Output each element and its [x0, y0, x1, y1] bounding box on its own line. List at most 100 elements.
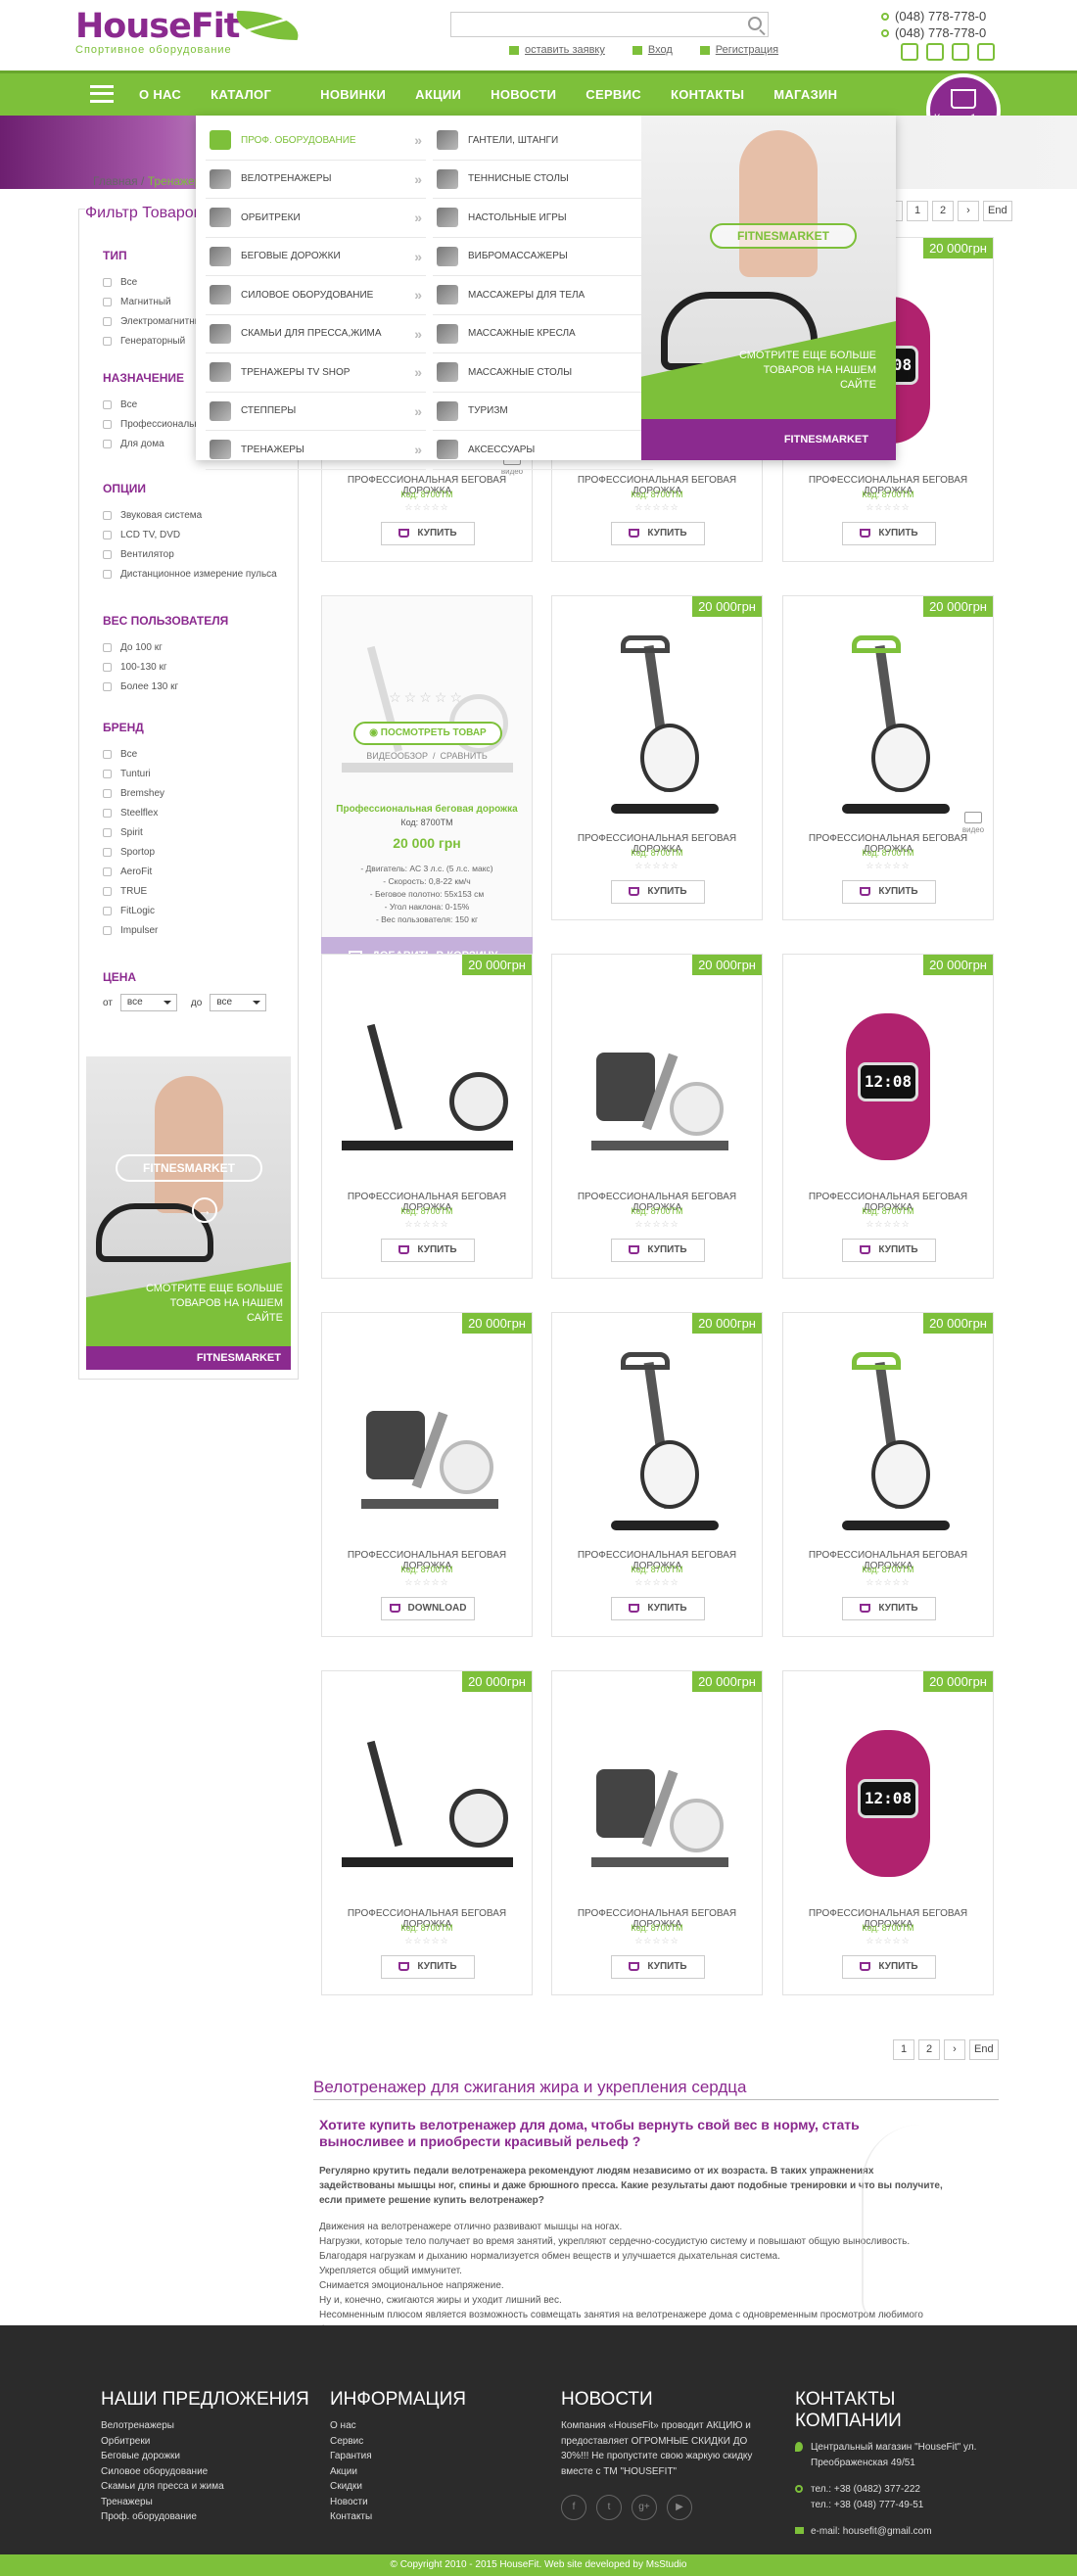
login-link[interactable]: Вход — [632, 44, 673, 56]
checkbox[interactable] — [103, 277, 112, 287]
product-card[interactable]: 20 000грн12:08ПРОФЕССИОНАЛЬНАЯ БЕГОВАЯ Д… — [782, 1670, 994, 1995]
footer-link[interactable]: Скидки — [330, 2479, 466, 2495]
checkbox[interactable] — [103, 297, 112, 306]
buy-button[interactable]: КУПИТЬ — [611, 522, 705, 545]
checkbox[interactable] — [103, 749, 112, 759]
vk-icon[interactable] — [977, 43, 995, 61]
buy-button[interactable]: КУПИТЬ — [842, 1239, 936, 1262]
checkbox[interactable] — [103, 866, 112, 876]
product-card[interactable]: 20 000грнПРОФЕССИОНАЛЬНАЯ БЕГОВАЯ ДОРОЖК… — [782, 1312, 994, 1637]
mega-banner[interactable]: FITNESMARKET СМОТРИТЕ ЕЩЕ БОЛЬШЕ ТОВАРОВ… — [641, 116, 896, 460]
footer-link[interactable]: Скамьи для пресса и жима — [101, 2479, 309, 2495]
checkbox[interactable] — [103, 886, 112, 896]
checkbox[interactable] — [103, 336, 112, 346]
buy-button[interactable]: КУПИТЬ — [381, 1239, 475, 1262]
checkbox[interactable] — [103, 925, 112, 935]
register-link[interactable]: Регистрация — [699, 44, 778, 56]
buy-button[interactable]: КУПИТЬ — [611, 1239, 705, 1262]
footer-email[interactable]: e-mail: housefit@gmail.com — [795, 2524, 991, 2540]
buy-button[interactable]: КУПИТЬ — [842, 880, 936, 904]
youtube-icon[interactable] — [901, 43, 918, 61]
filter-option[interactable]: Все — [103, 272, 208, 292]
page-end[interactable]: End — [969, 2039, 999, 2060]
filter-option[interactable]: Bremshey — [103, 783, 164, 803]
rating-stars[interactable]: ☆☆☆☆☆ — [783, 1577, 993, 1588]
footer-link[interactable]: Велотренажеры — [101, 2418, 309, 2434]
checkbox[interactable] — [103, 419, 112, 429]
download-button[interactable]: DOWNLOAD — [381, 1597, 475, 1620]
request-link[interactable]: оставить заявку — [509, 44, 605, 56]
checkbox[interactable] — [103, 549, 112, 559]
nav-contacts[interactable]: КОНТАКТЫ — [671, 87, 744, 102]
page-end[interactable]: End — [983, 201, 1012, 221]
buy-button[interactable]: КУПИТЬ — [842, 1597, 936, 1620]
rating-stars[interactable]: ☆☆☆☆☆ — [322, 502, 532, 513]
mega-item[interactable]: МАССАЖНЫЕ СТОЛЫ» — [433, 353, 653, 393]
filter-option[interactable]: Steelflex — [103, 803, 164, 822]
nav-new[interactable]: НОВИНКИ — [320, 87, 386, 102]
nav-service[interactable]: СЕРВИС — [585, 87, 641, 102]
filter-option[interactable]: Более 130 кг — [103, 677, 228, 696]
footer-link[interactable]: Сервис — [330, 2434, 466, 2450]
footer-link[interactable]: Орбитреки — [101, 2434, 309, 2450]
product-card[interactable]: 20 000грнПРОФЕССИОНАЛЬНАЯ БЕГОВАЯ ДОРОЖК… — [551, 1312, 763, 1637]
rating-stars[interactable]: ☆☆☆☆☆ — [552, 1219, 762, 1230]
nav-catalog[interactable]: КАТАЛОГ — [211, 87, 271, 102]
mega-item[interactable]: АКСЕССУАРЫ» — [433, 431, 653, 470]
filter-option[interactable]: Магнитный — [103, 292, 208, 311]
checkbox[interactable] — [103, 788, 112, 798]
checkbox[interactable] — [103, 847, 112, 857]
page-1[interactable]: 1 — [893, 2039, 914, 2060]
filter-option[interactable]: Impulser — [103, 920, 164, 940]
footer-link[interactable]: О нас — [330, 2418, 466, 2434]
facebook-icon[interactable]: f — [561, 2495, 586, 2520]
mega-item[interactable]: ТУРИЗМ» — [433, 393, 653, 431]
mega-item[interactable]: ТРЕНАЖЕРЫ TV SHOP» — [206, 353, 426, 393]
rating-stars[interactable]: ☆☆☆☆☆ — [783, 1219, 993, 1230]
rating-stars[interactable]: ☆☆☆☆☆ — [552, 1936, 762, 1946]
phone-2[interactable]: (048) 778-778-0 — [881, 24, 986, 41]
buy-button[interactable]: КУПИТЬ — [611, 1955, 705, 1979]
checkbox[interactable] — [103, 906, 112, 915]
mega-item[interactable]: ГАНТЕЛИ, ШТАНГИ» — [433, 121, 653, 161]
nav-news[interactable]: НОВОСТИ — [491, 87, 556, 102]
price-from-select[interactable]: все — [119, 994, 177, 1011]
filter-option[interactable]: TRUE — [103, 881, 164, 901]
twitter-icon[interactable]: t — [596, 2495, 622, 2520]
rating-stars[interactable]: ☆☆☆☆☆ — [322, 1936, 532, 1946]
checkbox[interactable] — [103, 642, 112, 652]
rating-stars[interactable]: ☆☆☆☆☆ — [552, 1577, 762, 1588]
nav-about[interactable]: О НАС — [139, 87, 181, 102]
buy-button[interactable]: КУПИТЬ — [842, 522, 936, 545]
product-card[interactable]: 20 000грнПРОФЕССИОНАЛЬНАЯ БЕГОВАЯ ДОРОЖК… — [551, 1670, 763, 1995]
sidebar-banner[interactable]: FITNESMARKET → СМОТРИТЕ ЕЩЕ БОЛЬШЕ ТОВАР… — [86, 1056, 291, 1370]
checkbox[interactable] — [103, 808, 112, 818]
buy-button[interactable]: КУПИТЬ — [842, 1955, 936, 1979]
hover-links[interactable]: ВИДЕООБЗОР / СРАВНИТЬ — [322, 751, 532, 761]
footer-phone[interactable]: тел.: +38 (048) 777-49-51 — [795, 2498, 991, 2513]
footer-link[interactable]: Беговые дорожки — [101, 2449, 309, 2464]
rating-stars[interactable]: ☆☆☆☆☆ — [552, 861, 762, 871]
checkbox[interactable] — [103, 681, 112, 691]
footer-link[interactable]: Тренажеры — [101, 2495, 309, 2510]
product-card[interactable]: 20 000грнПРОФЕССИОНАЛЬНАЯ БЕГОВАЯ ДОРОЖК… — [551, 954, 763, 1279]
filter-option[interactable]: Электромагнитный — [103, 311, 208, 331]
nav-sales[interactable]: АКЦИИ — [415, 87, 461, 102]
checkbox[interactable] — [103, 569, 112, 579]
mega-item[interactable]: СКАМЬИ ДЛЯ ПРЕССА,ЖИМА» — [206, 315, 426, 353]
page-next[interactable]: › — [958, 201, 979, 221]
googleplus-icon[interactable]: g+ — [632, 2495, 657, 2520]
rating-stars[interactable]: ☆☆☆☆☆ — [322, 1577, 532, 1588]
filter-option[interactable]: Дистанционное измерение пульса — [103, 564, 277, 584]
footer-link[interactable]: Новости — [330, 2495, 466, 2510]
checkbox[interactable] — [103, 316, 112, 326]
filter-option[interactable]: FitLogic — [103, 901, 164, 920]
mega-item[interactable]: МАССАЖЕРЫ ДЛЯ ТЕЛА» — [433, 276, 653, 315]
menu-icon[interactable] — [90, 85, 114, 103]
phone-1[interactable]: (048) 778-778-0 — [881, 8, 986, 24]
page-2[interactable]: 2 — [918, 2039, 940, 2060]
mega-item[interactable]: МАССАЖНЫЕ КРЕСЛА» — [433, 315, 653, 353]
buy-button[interactable]: КУПИТЬ — [381, 1955, 475, 1979]
price-to-select[interactable]: все — [210, 994, 267, 1011]
filter-option[interactable]: Tunturi — [103, 764, 164, 783]
